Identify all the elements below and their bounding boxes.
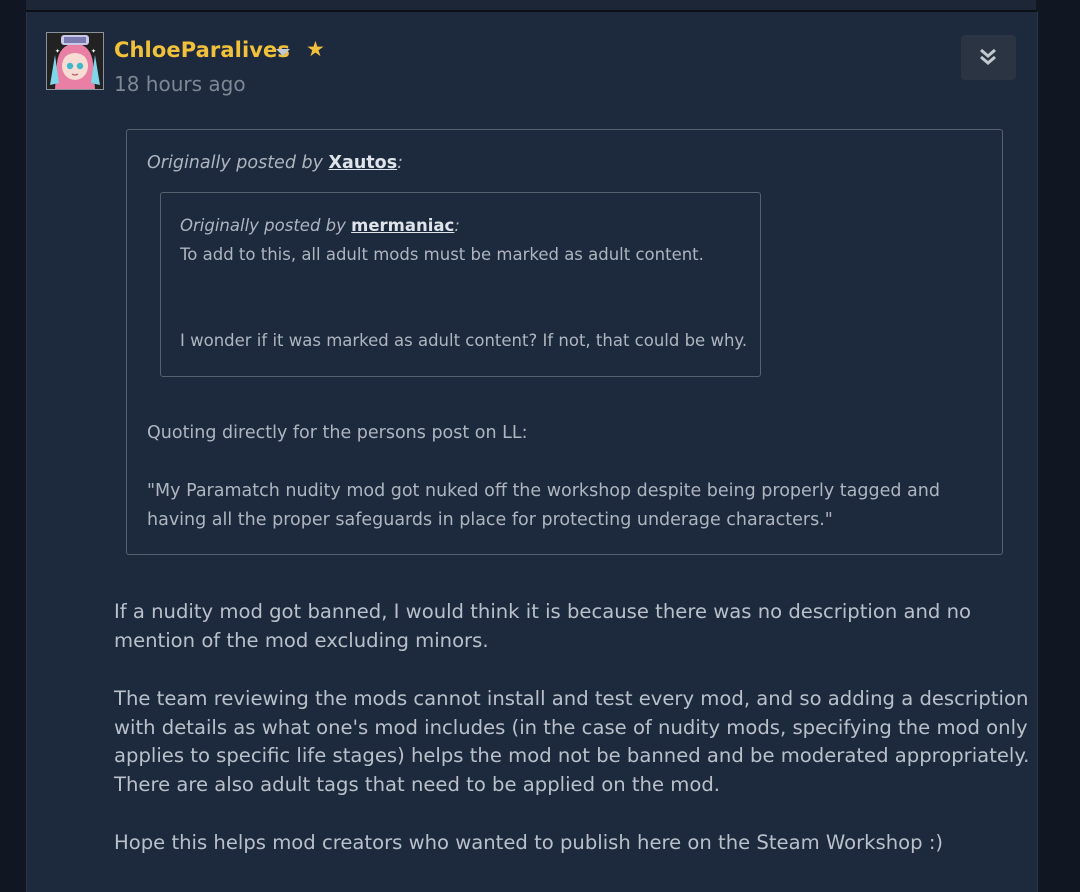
quote-text: Quoting directly for the persons post on… xyxy=(147,423,528,443)
quote-prefix: Originally posted by xyxy=(180,216,346,235)
quote-suffix: : xyxy=(454,216,460,235)
post-body-text: applies to specific life stages) helps t… xyxy=(114,744,1030,767)
svg-text:✦: ✦ xyxy=(55,48,60,55)
quote-text: "My Paramatch nudity mod got nuked off t… xyxy=(147,481,940,501)
quoted-author-link[interactable]: mermaniac xyxy=(351,216,454,235)
expand-post-button[interactable] xyxy=(961,35,1016,80)
post-body-text: If a nudity mod got banned, I would thin… xyxy=(114,600,972,623)
post-body-text: with details as what one's mod includes … xyxy=(114,716,1028,739)
star-icon: ★ xyxy=(306,37,325,61)
quoted-author-link[interactable]: Xautos xyxy=(329,153,398,173)
post-body-text: There are also adult tags that need to b… xyxy=(114,773,720,796)
avatar-image: ✦ ✦ xyxy=(47,33,103,89)
svg-text:✦: ✦ xyxy=(91,48,96,55)
avatar[interactable]: ✦ ✦ xyxy=(46,32,104,90)
quote-text: To add to this, all adult mods must be m… xyxy=(180,245,704,264)
quote-text: I wonder if it was marked as adult conte… xyxy=(180,331,748,350)
post-body-text: Hope this helps mod creators who wanted … xyxy=(114,831,944,854)
previous-post-edge xyxy=(26,0,1036,12)
chevron-down-icon[interactable] xyxy=(276,49,290,56)
quote-text: having all the proper safeguards in plac… xyxy=(147,510,833,530)
double-chevron-down-icon xyxy=(980,48,996,65)
quote-suffix: : xyxy=(397,153,404,173)
post-timestamp: 18 hours ago xyxy=(114,72,246,96)
author-name[interactable]: ChloeParalives xyxy=(114,38,290,62)
quote-attribution-outer: Originally posted by Xautos: xyxy=(147,153,403,173)
post-body-text: mention of the mod excluding minors. xyxy=(114,629,489,652)
quote-prefix: Originally posted by xyxy=(147,153,323,173)
quote-attribution-inner: Originally posted by mermaniac: xyxy=(180,216,460,235)
post-body-text: The team reviewing the mods cannot insta… xyxy=(114,687,1029,710)
